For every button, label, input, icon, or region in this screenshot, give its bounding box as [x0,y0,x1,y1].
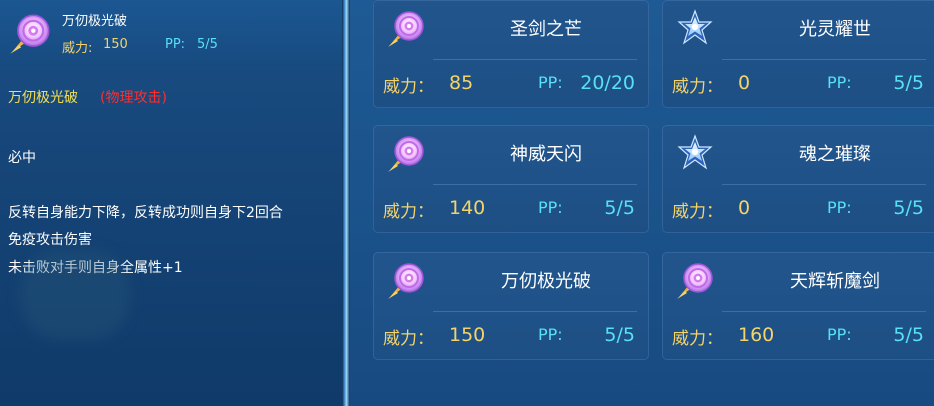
skill-description-line: 未击败对手则自身全属性+1 [8,260,183,276]
skill-detail-pp-value: 5/5 [197,37,218,52]
pp-value: 5/5 [604,197,635,219]
pp-value: 5/5 [893,197,924,219]
skill-description-line: 必中 [8,150,36,166]
pp-label: PP: [827,325,852,344]
pp-label: PP: [538,73,563,92]
power-label: 威力： [383,329,434,349]
disc-icon [675,261,715,301]
card-separator [722,59,926,60]
card-separator [722,311,926,312]
power-value: 0 [738,197,751,219]
skill-detail-name: 万仞极光破 [62,14,128,29]
pp-label: PP: [827,73,852,92]
power-label: 威力： [672,77,723,97]
disc-icon [386,134,426,174]
star-icon [675,9,715,49]
power-label: 威力： [672,329,723,349]
skill-detail-power-label: 威力: [62,41,93,56]
card-separator [433,59,637,60]
skill-name: 天辉斩魔剑 [790,271,880,292]
power-label: 威力： [383,202,434,222]
disc-icon [386,261,426,301]
skill-description-line: 免疫攻击伤害 [8,232,92,248]
disc-icon [386,9,426,49]
skill-name: 神威天闪 [510,144,582,165]
skill-description-tag: (物理攻击) [100,90,167,106]
skill-name: 光灵耀世 [799,19,871,40]
skill-name: 魂之璀璨 [799,144,871,165]
skill-name: 万仞极光破 [501,271,591,292]
skill-description-line: 反转自身能力下降，反转成功则自身下2回合 [8,205,283,221]
pp-label: PP: [538,325,563,344]
skill-detail-panel: 万仞极光破 威力: 150 PP: 5/5 万仞极光破 (物理攻击) 必中 反转… [0,0,342,406]
power-value: 85 [449,72,474,94]
skill-card-1[interactable]: 光灵耀世 威力： 0 PP: 5/5 [662,0,934,108]
card-separator [433,184,637,185]
power-value: 0 [738,72,751,94]
pp-value: 5/5 [893,72,924,94]
skill-description-title: 万仞极光破 [8,90,78,106]
pp-value: 5/5 [893,324,924,346]
pp-label: PP: [827,198,852,217]
skill-detail-power-value: 150 [103,37,128,52]
power-label: 威力： [672,202,723,222]
power-value: 150 [449,324,486,346]
skill-card-0[interactable]: 圣剑之芒 威力： 85 PP: 20/20 [373,0,649,108]
star-icon [675,134,715,174]
power-value: 160 [738,324,775,346]
panel-divider [342,0,350,406]
pp-value: 20/20 [580,72,635,94]
disc-icon [8,12,52,56]
skill-detail-header: 万仞极光破 威力: 150 PP: 5/5 [0,0,342,66]
power-label: 威力： [383,77,434,97]
skill-card-4[interactable]: 万仞极光破 威力： 150 PP: 5/5 [373,252,649,360]
skill-card-2[interactable]: 神威天闪 威力： 140 PP: 5/5 [373,125,649,233]
skill-card-3[interactable]: 魂之璀璨 威力： 0 PP: 5/5 [662,125,934,233]
skill-name: 圣剑之芒 [510,19,582,40]
power-value: 140 [449,197,486,219]
pp-label: PP: [538,198,563,217]
card-separator [433,311,637,312]
skill-card-5[interactable]: 天辉斩魔剑 威力： 160 PP: 5/5 [662,252,934,360]
card-separator [722,184,926,185]
pp-value: 5/5 [604,324,635,346]
skill-detail-pp-label: PP: [165,37,186,52]
